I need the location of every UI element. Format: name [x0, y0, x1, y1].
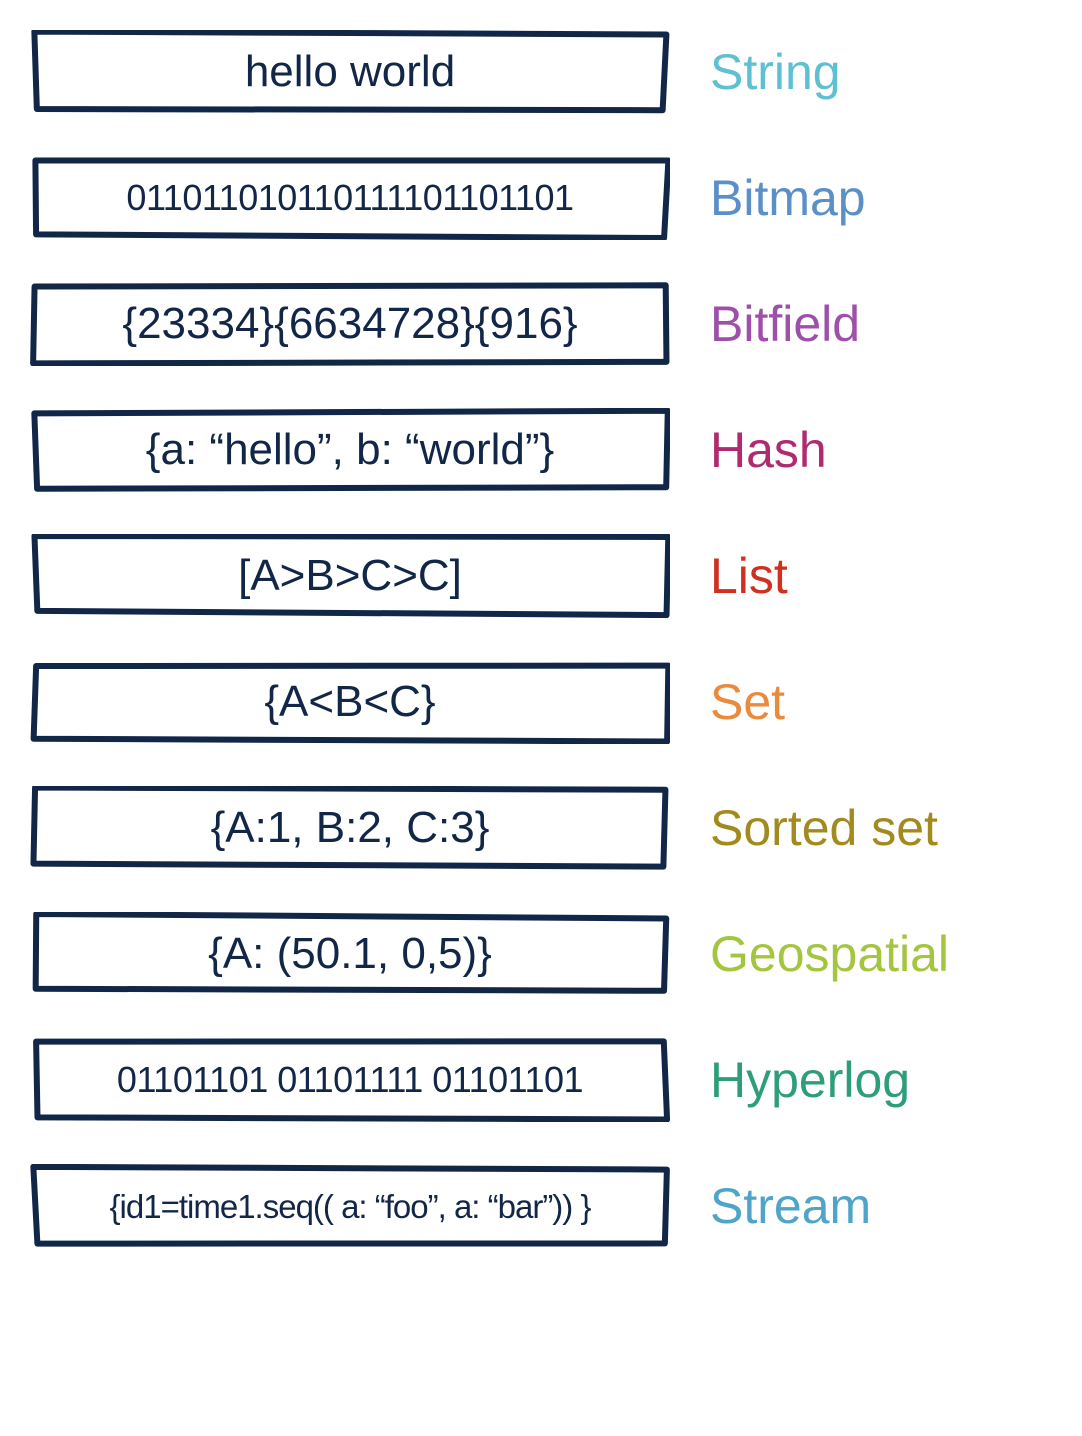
type-row: {a: “hello”, b: “world”} Hash — [30, 408, 1042, 492]
value-box: {id1=time1.seq(( a: “foo”, a: “bar”)) } — [30, 1164, 670, 1248]
value-text: hello world — [245, 50, 455, 94]
type-row: {A: (50.1, 0,5)} Geospatial — [30, 912, 1042, 996]
type-label: Hash — [710, 425, 827, 475]
data-types-diagram: hello world String 01101101011011110110110… — [30, 30, 1042, 1248]
value-text: {A:1, B:2, C:3} — [211, 806, 490, 850]
type-row: {A<B<C} Set — [30, 660, 1042, 744]
type-row: hello world String — [30, 30, 1042, 114]
type-label: Geospatial — [710, 929, 949, 979]
type-label: Bitmap — [710, 173, 866, 223]
type-row: 01101101 01101111 01101101 Hyperlog — [30, 1038, 1042, 1122]
value-box: 01101101 01101111 01101101 — [30, 1038, 670, 1122]
type-row: [A>B>C>C] List — [30, 534, 1042, 618]
type-label: Bitfield — [710, 299, 860, 349]
value-text: {23334}{6634728}{916} — [122, 302, 577, 346]
type-row: {id1=time1.seq(( a: “foo”, a: “bar”)) } S… — [30, 1164, 1042, 1248]
value-text: 011011010110111101101101 — [126, 180, 573, 216]
value-box: {A:1, B:2, C:3} — [30, 786, 670, 870]
type-label: Stream — [710, 1181, 871, 1231]
value-text: {id1=time1.seq(( a: “foo”, a: “bar”)) } — [110, 1190, 591, 1223]
value-box: {A: (50.1, 0,5)} — [30, 912, 670, 996]
value-box: {a: “hello”, b: “world”} — [30, 408, 670, 492]
type-row: 011011010110111101101101 Bitmap — [30, 156, 1042, 240]
value-box: 011011010110111101101101 — [30, 156, 670, 240]
type-label: Sorted set — [710, 803, 938, 853]
value-box: {A<B<C} — [30, 660, 670, 744]
type-label: Hyperlog — [710, 1055, 910, 1105]
value-text: {A<B<C} — [264, 680, 435, 724]
type-label: String — [710, 47, 841, 97]
type-row: {23334}{6634728}{916} Bitfield — [30, 282, 1042, 366]
value-box: {23334}{6634728}{916} — [30, 282, 670, 366]
value-box: hello world — [30, 30, 670, 114]
value-text: [A>B>C>C] — [238, 554, 462, 598]
type-label: List — [710, 551, 788, 601]
value-text: {A: (50.1, 0,5)} — [208, 932, 492, 976]
value-text: 01101101 01101111 01101101 — [117, 1062, 583, 1098]
value-box: [A>B>C>C] — [30, 534, 670, 618]
type-row: {A:1, B:2, C:3} Sorted set — [30, 786, 1042, 870]
type-label: Set — [710, 677, 785, 727]
value-text: {a: “hello”, b: “world”} — [146, 428, 554, 472]
